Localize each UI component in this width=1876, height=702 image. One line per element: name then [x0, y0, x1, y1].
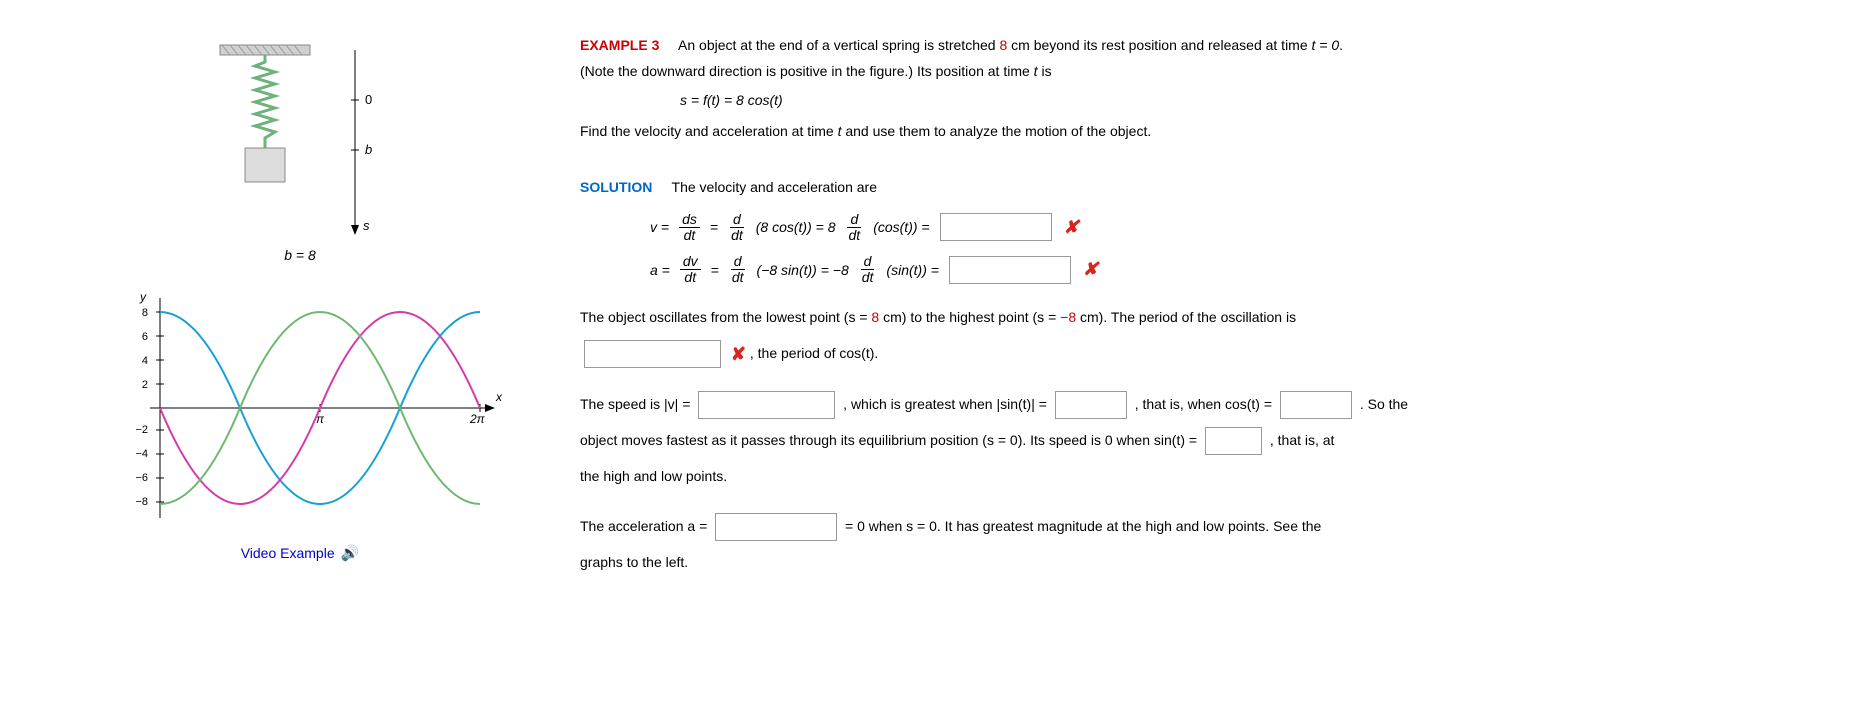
wrong-icon: ✘ — [1083, 259, 1098, 280]
axis-b-label: b — [365, 142, 372, 157]
sound-icon: 🔊 — [341, 544, 360, 562]
find-instruction: Find the velocity and acceleration at ti… — [580, 118, 1876, 144]
spring-figure: 0 b s — [50, 30, 550, 243]
svg-text:2: 2 — [142, 379, 148, 391]
wrong-icon: ✘ — [1064, 217, 1079, 238]
svg-text:8: 8 — [142, 307, 148, 319]
speed-text: The speed is |v| = , which is greatest w… — [580, 386, 1876, 494]
y-axis-label: y — [139, 290, 147, 304]
accel-expression-input[interactable] — [715, 513, 837, 541]
wrong-icon: ✘ — [731, 344, 746, 364]
example-label: EXAMPLE 3 — [580, 37, 659, 53]
acceleration-text: The acceleration a = = 0 when s = 0. It … — [580, 508, 1876, 580]
speed-abs-v-input[interactable] — [698, 391, 835, 419]
velocity-answer-input[interactable] — [940, 213, 1052, 241]
period-answer-input[interactable] — [584, 340, 721, 368]
svg-text:2π: 2π — [469, 412, 486, 426]
cost-value-input[interactable] — [1280, 391, 1352, 419]
oscillation-text: The object oscillates from the lowest po… — [580, 299, 1876, 372]
svg-text:6: 6 — [142, 331, 148, 343]
video-example-label: Video Example — [241, 545, 335, 561]
svg-text:−6: −6 — [135, 472, 148, 484]
solution-header-line: SOLUTION The velocity and acceleration a… — [580, 174, 1876, 200]
sint-zero-input[interactable] — [1205, 427, 1262, 455]
position-equation: s = f(t) = 8 cos(t) — [680, 92, 1876, 108]
svg-text:4: 4 — [142, 355, 148, 367]
abs-sint-input[interactable] — [1055, 391, 1127, 419]
acceleration-equation-line: a = dvdt = ddt (−8 sin(t)) = −8 ddt (sin… — [650, 254, 1876, 284]
video-example-link[interactable]: Video Example 🔊 — [50, 544, 550, 562]
svg-text:−8: −8 — [135, 496, 148, 508]
svg-text:−4: −4 — [135, 448, 148, 460]
axis-zero-label: 0 — [365, 92, 372, 107]
example-intro: EXAMPLE 3 An object at the end of a vert… — [580, 32, 1876, 84]
svg-text:−2: −2 — [135, 424, 148, 436]
velocity-equation-line: v = dsdt = ddt (8 cos(t)) = 8 ddt (cos(t… — [650, 212, 1876, 242]
oscillation-graph: y x 8 6 4 2 −2 −4 −6 −8 — [50, 283, 550, 536]
acceleration-answer-input[interactable] — [949, 256, 1071, 284]
b-equals-value: b = 8 — [50, 247, 550, 263]
solution-label: SOLUTION — [580, 179, 652, 195]
axis-s-label: s — [363, 218, 370, 233]
x-axis-label: x — [495, 390, 503, 404]
